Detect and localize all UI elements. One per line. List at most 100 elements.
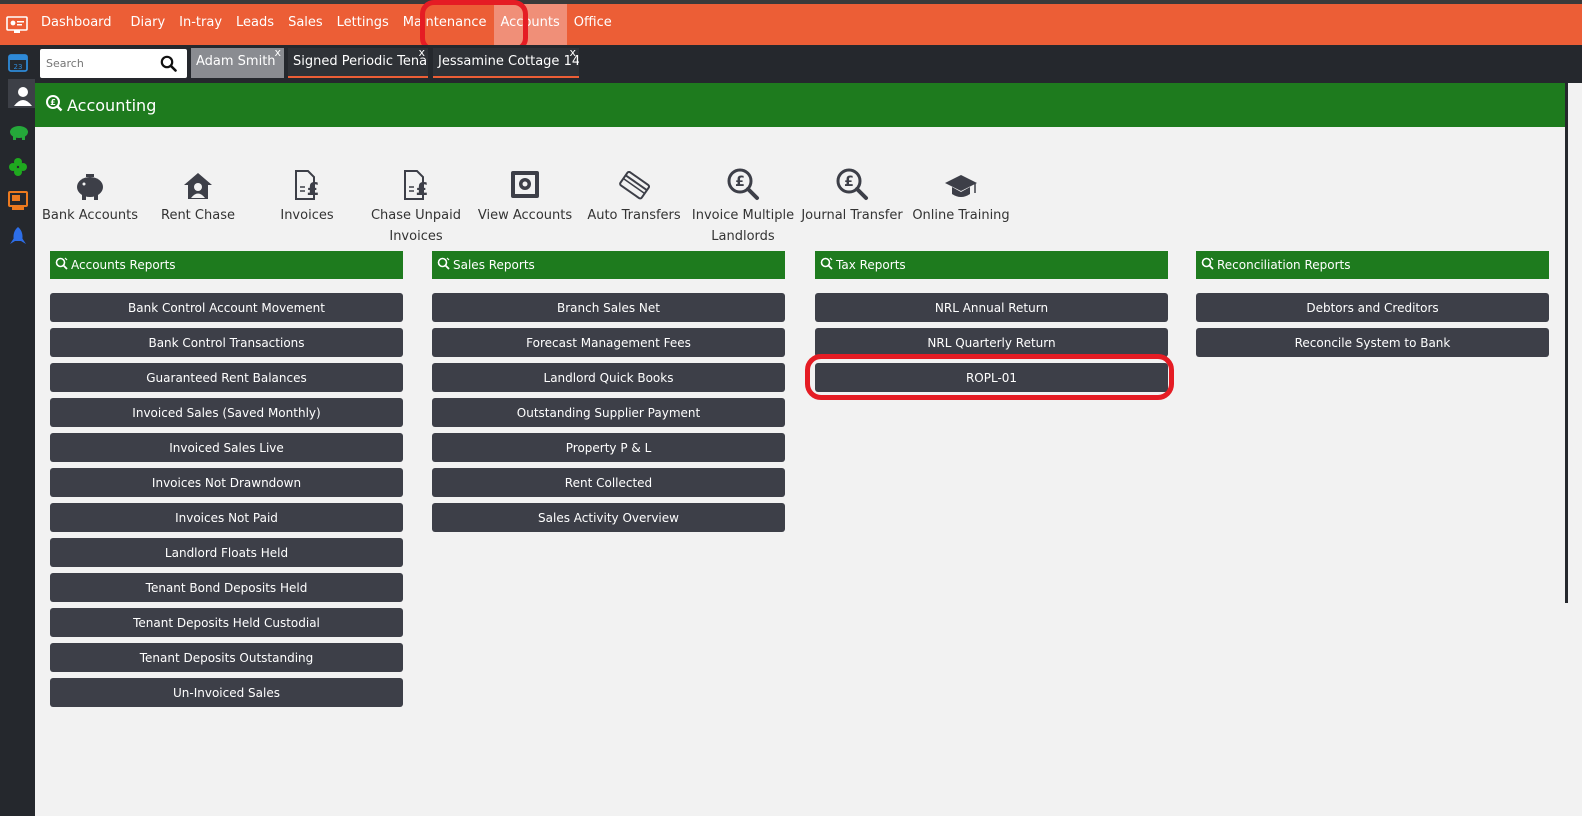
recent-tab[interactable]: Signed Periodic Tena x — [288, 48, 428, 78]
safe-icon — [470, 161, 580, 201]
recent-tab-label: Adam Smith — [196, 54, 276, 69]
house-person-icon — [143, 161, 253, 201]
report-button[interactable]: Rent Collected — [432, 468, 785, 497]
report-button[interactable]: Tenant Deposits Held Custodial — [50, 608, 403, 637]
report-button[interactable]: Invoiced Sales Live — [50, 433, 403, 462]
search-input[interactable] — [46, 57, 156, 70]
report-search-icon — [820, 257, 833, 273]
nav-diary[interactable]: Diary — [119, 4, 173, 45]
quick-link-auto-transfers[interactable]: Auto Transfers — [579, 161, 689, 226]
quick-link-label: Online Training — [912, 208, 1010, 223]
svg-text:23: 23 — [14, 63, 23, 71]
contact-icon[interactable] — [12, 85, 32, 106]
nav-lettings[interactable]: Lettings — [330, 4, 396, 45]
report-button[interactable]: Reconcile System to Bank — [1196, 328, 1549, 357]
panel-header: Reconciliation Reports — [1196, 251, 1549, 279]
quick-link-label: Invoices — [280, 208, 334, 223]
quick-link-label: Chase Unpaid Invoices — [370, 208, 462, 244]
reconciliation-reports-panel: Reconciliation Reports Debtors and Credi… — [1196, 251, 1549, 357]
report-search-icon — [55, 257, 68, 273]
nav-sales[interactable]: Sales — [281, 4, 330, 45]
report-button[interactable]: Bank Control Account Movement — [50, 293, 403, 322]
nav-dashboard[interactable]: Dashboard — [34, 4, 119, 45]
pound-search-icon: £ — [688, 161, 798, 201]
invoice-icon: £ — [361, 161, 471, 201]
quick-link-label: Bank Accounts — [41, 208, 139, 223]
clover-icon[interactable] — [8, 157, 28, 177]
sales-reports-panel: Sales Reports Branch Sales Net Forecast … — [432, 251, 785, 532]
scrollbar-thumb[interactable] — [1565, 83, 1568, 603]
nav-in-tray[interactable]: In-tray — [172, 4, 229, 45]
quick-link-invoices[interactable]: £ Invoices — [252, 161, 362, 226]
report-button[interactable]: Outstanding Supplier Payment — [432, 398, 785, 427]
rocket-icon[interactable] — [8, 226, 28, 246]
quick-link-label: View Accounts — [477, 208, 573, 223]
svg-text:£: £ — [735, 174, 745, 190]
report-button[interactable]: Tenant Deposits Outstanding — [50, 643, 403, 672]
panel-title: Tax Reports — [836, 258, 906, 272]
report-button[interactable]: Debtors and Creditors — [1196, 293, 1549, 322]
quick-link-journal-transfer[interactable]: £ Journal Transfer — [797, 161, 907, 226]
report-button[interactable]: Property P & L — [432, 433, 785, 462]
report-button[interactable]: Forecast Management Fees — [432, 328, 785, 357]
close-icon[interactable]: x — [274, 48, 281, 67]
report-button[interactable]: Guaranteed Rent Balances — [50, 363, 403, 392]
quick-link-online-training[interactable]: Online Training — [906, 161, 1016, 226]
pound-search-icon: £ — [45, 94, 63, 116]
report-button[interactable]: Tenant Bond Deposits Held — [50, 573, 403, 602]
svg-text:£: £ — [50, 98, 56, 107]
piggy-bank-icon[interactable] — [8, 122, 28, 142]
report-button[interactable]: Bank Control Transactions — [50, 328, 403, 357]
panel-title: Reconciliation Reports — [1217, 258, 1351, 272]
close-icon[interactable]: x — [418, 48, 425, 67]
quick-link-label: Rent Chase — [161, 208, 235, 223]
nav-office[interactable]: Office — [567, 4, 619, 45]
app-logo-icon[interactable] — [0, 4, 34, 45]
report-button[interactable]: ROPL-01 — [815, 363, 1168, 392]
report-button[interactable]: Sales Activity Overview — [432, 503, 785, 532]
scrollbar-track[interactable] — [1568, 83, 1582, 816]
quick-link-bank-accounts[interactable]: Bank Accounts — [35, 161, 145, 226]
quick-link-invoice-multiple-landlords[interactable]: £ Invoice Multiple Landlords — [688, 161, 798, 247]
report-button[interactable]: Branch Sales Net — [432, 293, 785, 322]
report-button[interactable]: NRL Annual Return — [815, 293, 1168, 322]
tax-reports-panel: Tax Reports NRL Annual Return NRL Quarte… — [815, 251, 1168, 392]
report-button[interactable]: Un-Invoiced Sales — [50, 678, 403, 707]
report-button[interactable]: Invoices Not Drawndown — [50, 468, 403, 497]
nav-leads[interactable]: Leads — [229, 4, 281, 45]
search-box — [40, 49, 187, 78]
report-button[interactable]: Landlord Quick Books — [432, 363, 785, 392]
nav-maintenance[interactable]: Maintenance — [396, 4, 494, 45]
pound-search-icon: £ — [797, 161, 907, 201]
recent-tab[interactable]: Jessamine Cottage 14 x — [433, 48, 579, 78]
panel-header: Sales Reports — [432, 251, 785, 279]
quick-link-view-accounts[interactable]: View Accounts — [470, 161, 580, 226]
accounts-screen-icon[interactable] — [8, 191, 28, 211]
report-button[interactable]: Landlord Floats Held — [50, 538, 403, 567]
page-title: Accounting — [67, 95, 157, 115]
report-button[interactable]: Invoiced Sales (Saved Monthly) — [50, 398, 403, 427]
recent-tab-label: Jessamine Cottage 14 — [438, 54, 579, 69]
cards-icon — [579, 161, 689, 201]
panel-header: Tax Reports — [815, 251, 1168, 279]
panel-title: Accounts Reports — [71, 258, 176, 272]
panel-title: Sales Reports — [453, 258, 535, 272]
main-content: £ Accounting Bank Accounts Rent Chase £ … — [35, 83, 1568, 816]
piggy-bank-icon — [35, 161, 145, 201]
quick-link-label: Invoice Multiple Landlords — [691, 208, 795, 244]
close-icon[interactable]: x — [569, 48, 576, 67]
quick-link-rent-chase[interactable]: Rent Chase — [143, 161, 253, 226]
recent-tab[interactable]: Adam Smith x — [191, 48, 284, 78]
report-button[interactable]: Invoices Not Paid — [50, 503, 403, 532]
quick-link-label: Journal Transfer — [801, 208, 903, 223]
graduation-cap-icon — [906, 161, 1016, 201]
quick-link-chase-unpaid-invoices[interactable]: £ Chase Unpaid Invoices — [361, 161, 471, 247]
panel-header: Accounts Reports — [50, 251, 403, 279]
search-icon[interactable] — [160, 55, 177, 76]
report-search-icon — [437, 257, 450, 273]
invoice-icon: £ — [252, 161, 362, 201]
svg-text:£: £ — [307, 179, 320, 200]
report-button[interactable]: NRL Quarterly Return — [815, 328, 1168, 357]
calendar-icon[interactable]: 23 — [8, 52, 28, 72]
nav-accounts[interactable]: Accounts — [493, 4, 567, 45]
